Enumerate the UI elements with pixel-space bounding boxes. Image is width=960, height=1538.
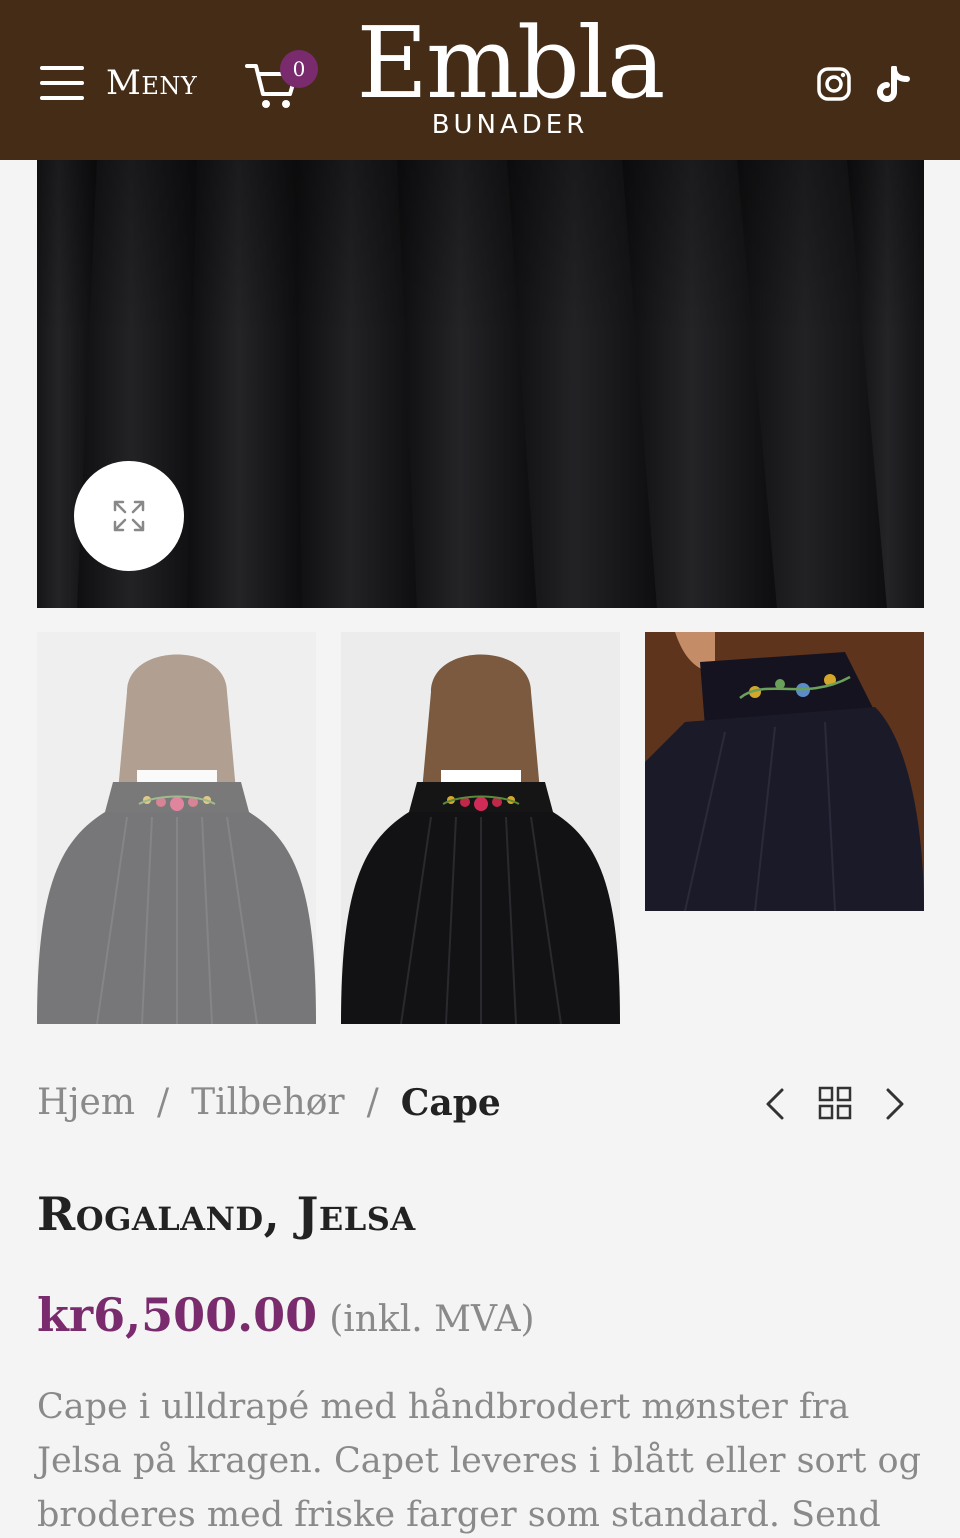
expand-image-button[interactable]	[74, 461, 184, 571]
cape-back-view-selected-image	[341, 632, 620, 1024]
cape-collar-detail-image	[645, 632, 924, 911]
breadcrumb-home[interactable]: Hjem	[37, 1080, 135, 1126]
breadcrumb-separator: /	[366, 1082, 379, 1123]
logo-wordmark: Embla	[356, 7, 666, 121]
breadcrumb-category[interactable]: Tilbehør	[191, 1080, 344, 1126]
breadcrumb-separator: /	[157, 1082, 170, 1123]
site-header: Meny 0 Embla BUNADER	[0, 0, 960, 160]
product-description: Cape i ulldrapé med håndbrodert mønster …	[37, 1387, 922, 1535]
thumbnail-3[interactable]	[645, 632, 924, 911]
previous-product-icon[interactable]	[762, 1086, 790, 1122]
grid-view-icon[interactable]	[818, 1086, 852, 1120]
thumbnail-1[interactable]	[37, 632, 316, 1024]
instagram-icon[interactable]	[816, 66, 852, 102]
price-vat-note: (inkl. MVA)	[329, 1299, 535, 1340]
breadcrumb: Hjem / Tilbehør / Cape	[37, 1080, 501, 1126]
price-row: kr6,500.00 (inkl. MVA)	[37, 1288, 535, 1342]
product-title: Rogaland, Jelsa	[37, 1187, 416, 1241]
cart-count-badge: 0	[280, 50, 318, 88]
site-logo[interactable]: Embla BUNADER	[340, 14, 680, 140]
hamburger-icon	[40, 66, 84, 100]
thumbnail-2[interactable]	[341, 632, 620, 1024]
next-product-icon[interactable]	[880, 1086, 908, 1122]
breadcrumb-current: Cape	[400, 1082, 501, 1124]
expand-arrows-icon	[113, 500, 145, 532]
product-price: kr6,500.00	[37, 1288, 318, 1342]
menu-button[interactable]: Meny	[40, 66, 197, 100]
tiktok-icon[interactable]	[876, 66, 910, 104]
menu-label: Meny	[106, 63, 198, 103]
